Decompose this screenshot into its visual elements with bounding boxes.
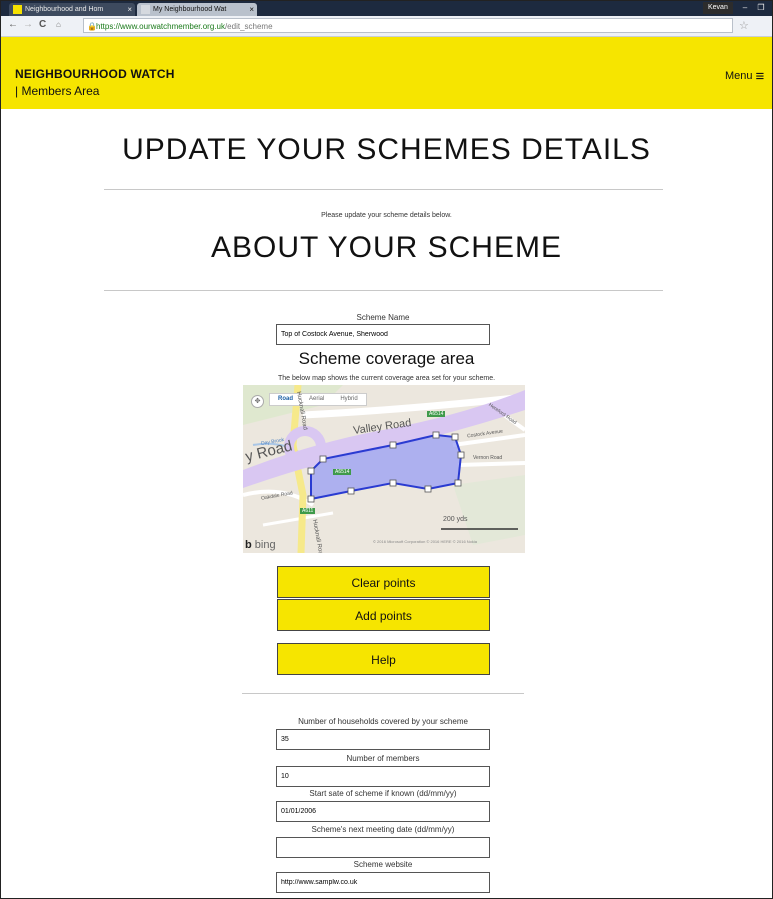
- site-favicon-icon: [13, 5, 22, 14]
- lock-icon: 🔒: [87, 22, 97, 31]
- minimize-icon[interactable]: –: [738, 2, 752, 14]
- polygon-point[interactable]: [319, 455, 327, 463]
- intro-text: Please update your scheme details below.: [321, 212, 452, 219]
- minor-road: [457, 461, 525, 467]
- polygon-point[interactable]: [432, 431, 440, 439]
- members-label: Number of members: [346, 754, 420, 763]
- start-date-input[interactable]: [276, 801, 490, 822]
- maximize-icon[interactable]: ❐: [754, 2, 768, 14]
- polygon-point[interactable]: [347, 487, 355, 495]
- polygon-point[interactable]: [389, 479, 397, 487]
- divider: [104, 290, 663, 291]
- url-host: https://www.ourwatchmember.org.uk: [96, 22, 225, 31]
- close-tab-icon[interactable]: ×: [127, 3, 132, 16]
- clear-points-button[interactable]: Clear points: [277, 566, 490, 598]
- coverage-title: Scheme coverage area: [298, 349, 475, 368]
- bookmark-star-icon[interactable]: ☆: [739, 19, 749, 32]
- brand-name[interactable]: NEIGHBOURHOOD WATCH: [15, 67, 175, 81]
- tab-neighbourhood[interactable]: Neighbourhood and Hom ×: [9, 3, 135, 16]
- address-bar-row: ← → C ⌂ 🔒 https://www.ourwatchmember.org…: [1, 16, 772, 37]
- menu-button[interactable]: Menu ≡: [725, 67, 765, 85]
- map-label-a6514-top: A6514: [427, 411, 446, 417]
- divider: [104, 189, 663, 190]
- browser-window: Neighbourhood and Hom × My Neighbourhood…: [0, 0, 773, 899]
- map-type-aerial[interactable]: Aerial: [301, 394, 332, 405]
- map-type-hybrid[interactable]: Hybrid: [332, 394, 365, 405]
- site-header: NEIGHBOURHOOD WATCH | Members Area Menu ≡: [1, 37, 772, 109]
- scheme-name-label: Scheme Name: [356, 313, 410, 322]
- map-label-vernon: Vernon Road: [473, 455, 503, 461]
- polygon-point[interactable]: [307, 467, 315, 475]
- tab-label: My Neighbourhood Wat: [153, 6, 227, 13]
- help-button[interactable]: Help: [277, 643, 490, 675]
- map-label-a611: A611: [300, 508, 316, 514]
- members-input[interactable]: [276, 766, 490, 787]
- section-title: ABOUT YOUR SCHEME: [211, 231, 562, 264]
- coverage-description: The below map shows the current coverage…: [277, 375, 496, 382]
- close-tab-icon[interactable]: ×: [249, 3, 254, 16]
- bing-logo: b bing: [245, 539, 276, 551]
- scheme-name-input[interactable]: [276, 324, 490, 345]
- members-area-label: | Members Area: [15, 84, 100, 98]
- polygon-point[interactable]: [424, 485, 432, 493]
- home-icon[interactable]: ⌂: [56, 20, 61, 29]
- profile-badge[interactable]: Kevan: [703, 2, 733, 14]
- forward-arrow-icon[interactable]: →: [23, 19, 33, 30]
- bing-wordmark: bing: [254, 539, 276, 551]
- map-copyright: © 2016 Microsoft Corporation © 2016 HERE…: [373, 539, 478, 544]
- polygon-point[interactable]: [451, 433, 459, 441]
- add-points-button[interactable]: Add points: [277, 599, 490, 631]
- hamburger-icon: ≡: [755, 67, 765, 85]
- households-input[interactable]: [276, 729, 490, 750]
- map-type-selector: Road Aerial Hybrid: [269, 393, 367, 406]
- meeting-date-label: Scheme's next meeting date (dd/mm/yy): [311, 825, 455, 834]
- households-label: Number of households covered by your sch…: [298, 717, 468, 726]
- map-canvas: [243, 385, 525, 553]
- meeting-date-input[interactable]: [276, 837, 490, 858]
- polygon-point[interactable]: [454, 479, 462, 487]
- website-label: Scheme website: [353, 860, 413, 869]
- back-arrow-icon[interactable]: ←: [8, 19, 18, 30]
- coverage-map[interactable]: ✥ Road Aerial Hybrid Valley Road y Road …: [243, 385, 525, 553]
- bing-b-icon: b: [245, 539, 252, 551]
- tab-label: Neighbourhood and Hom: [25, 6, 104, 13]
- address-bar[interactable]: 🔒 https://www.ourwatchmember.org.uk/edit…: [83, 18, 733, 33]
- tab-bar: Neighbourhood and Hom × My Neighbourhood…: [1, 1, 772, 16]
- map-label-a6514-mid: A6514: [333, 469, 352, 475]
- polygon-point[interactable]: [307, 495, 315, 503]
- compass-icon[interactable]: ✥: [251, 395, 264, 408]
- reload-icon[interactable]: C: [39, 19, 46, 30]
- menu-label: Menu: [725, 70, 753, 82]
- website-input[interactable]: [276, 872, 490, 893]
- page-favicon-icon: [141, 5, 150, 14]
- url-path: /edit_scheme: [224, 22, 273, 31]
- polygon-point[interactable]: [389, 441, 397, 449]
- divider: [242, 693, 524, 694]
- map-scale-label: 200 yds: [443, 516, 468, 523]
- page-title: UPDATE YOUR SCHEMES DETAILS: [122, 133, 651, 166]
- start-date-label: Start sate of scheme if known (dd/mm/yy): [309, 789, 457, 798]
- polygon-point[interactable]: [457, 451, 465, 459]
- tab-my-neighbourhood[interactable]: My Neighbourhood Wat ×: [137, 3, 257, 16]
